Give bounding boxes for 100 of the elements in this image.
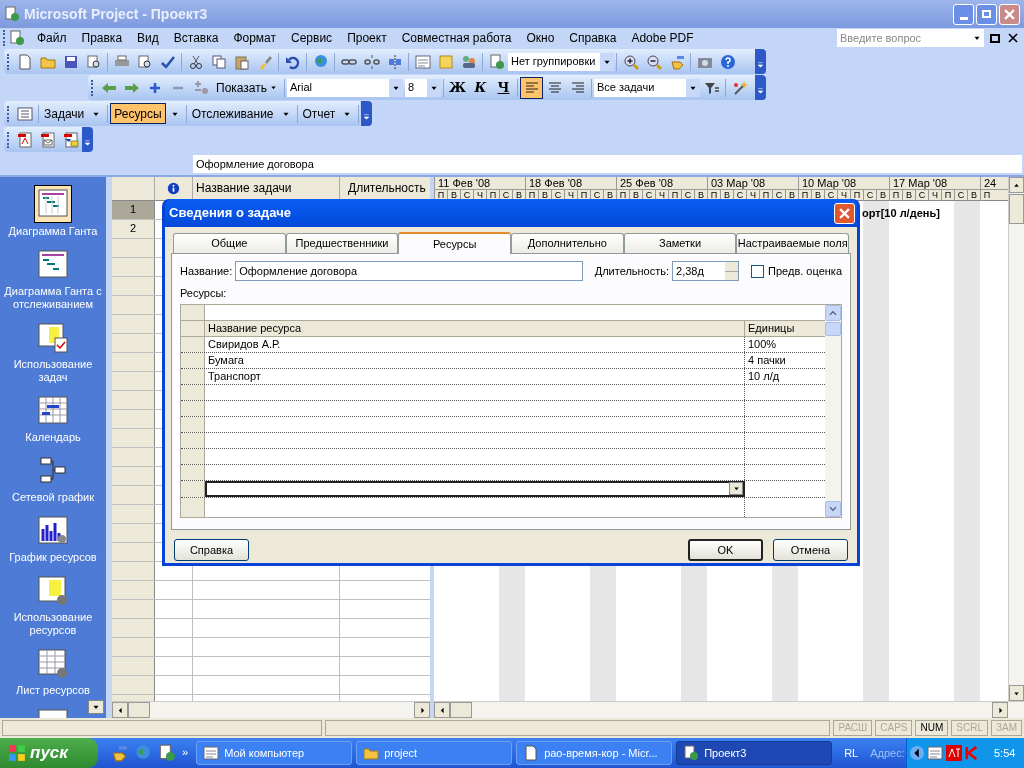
view-label: Календарь — [25, 431, 81, 444]
clock: 5:54 — [994, 745, 1016, 761]
scroll-thumb[interactable] — [450, 702, 472, 718]
menu-item[interactable]: Формат — [233, 29, 277, 47]
scroll-right-button[interactable] — [414, 702, 430, 718]
toolbar-options-icon — [83, 139, 92, 148]
day-label: П — [889, 190, 902, 201]
guide-button[interactable]: Задачи — [41, 103, 88, 124]
tab[interactable]: Общие — [173, 233, 286, 253]
font-size-dropdown[interactable]: 8 — [405, 78, 441, 97]
menu-item[interactable]: Проект — [347, 29, 387, 47]
font-dropdown[interactable]: Arial — [287, 78, 403, 97]
dropdown-arrow-button[interactable] — [427, 78, 441, 97]
row-header — [112, 581, 155, 599]
gantt-chart-icon — [37, 249, 69, 281]
estimated-checkbox[interactable]: Предв. оценка — [751, 262, 842, 280]
taskbar-button[interactable]: Проект3 — [676, 741, 833, 765]
tab[interactable]: Настраиваемые поля — [736, 233, 850, 253]
project-icon — [683, 745, 700, 761]
scroll-thumb[interactable] — [1009, 194, 1024, 224]
list-icon — [16, 105, 33, 122]
menu-item[interactable]: Совместная работа — [401, 29, 512, 47]
field-label: Название: — [180, 263, 233, 279]
cancel-button[interactable]: Отмена — [773, 539, 848, 561]
menu-item[interactable]: Файл — [37, 29, 67, 47]
question-field[interactable]: Введите вопрос — [837, 29, 970, 47]
taskbar-button[interactable]: project — [356, 741, 513, 765]
spin-buttons[interactable] — [725, 262, 739, 280]
guide-button[interactable]: Отчет — [299, 103, 339, 124]
guide-button[interactable]: Отслеживание — [188, 103, 277, 124]
row-header — [112, 258, 155, 276]
row-header — [112, 486, 155, 504]
align-center-icon — [546, 79, 563, 96]
menu-item[interactable]: Вид — [137, 29, 159, 47]
tab[interactable]: Предшественники — [285, 233, 399, 253]
dialog-title: Сведения о задаче — [169, 204, 291, 223]
row-number[interactable]: 1 — [112, 201, 155, 219]
scroll-right-button[interactable] — [992, 702, 1008, 718]
hand-icon — [668, 53, 685, 70]
scrollbar[interactable] — [1008, 177, 1024, 701]
close-button[interactable] — [999, 3, 1020, 25]
grouping-dropdown[interactable]: Нет группировки — [508, 52, 614, 71]
dropdown-arrow-button[interactable] — [600, 52, 614, 71]
duration-spinner[interactable]: 2,38д — [672, 261, 740, 281]
name-field[interactable]: Оформление договора — [235, 261, 584, 281]
entry-field[interactable]: Оформление договора — [193, 155, 1022, 173]
bar-label: орт[10 л/день] — [862, 206, 940, 221]
view-item[interactable]: Использование задач — [1, 320, 105, 384]
scroll-left-button[interactable] — [112, 702, 128, 718]
underline-button[interactable]: Ч — [492, 76, 515, 99]
italic-button[interactable]: К — [469, 76, 492, 99]
menu-item[interactable]: Окно — [526, 29, 555, 47]
menu-item[interactable]: Правка — [81, 29, 123, 47]
align-left-button[interactable] — [520, 76, 543, 99]
row-number[interactable]: 2 — [112, 220, 155, 238]
scrollbar[interactable] — [434, 702, 1008, 718]
guide-button[interactable]: Ресурсы — [110, 103, 166, 124]
checkbox[interactable] — [751, 264, 765, 278]
bold-button[interactable]: Ж — [446, 76, 469, 99]
tab[interactable]: Заметки — [623, 233, 737, 253]
dropdown-arrow-button[interactable] — [686, 78, 700, 97]
chevron[interactable]: » — [182, 744, 189, 761]
taskbar-button[interactable]: Мой компьютер — [196, 741, 353, 765]
resource-name-combobox[interactable] — [205, 480, 745, 497]
view-item[interactable]: Диаграмма Ганта — [1, 185, 105, 238]
help-button[interactable]: Справка — [174, 539, 249, 561]
menu-item[interactable]: Сервис — [291, 29, 333, 47]
view-item[interactable]: Диаграмма Ганта с отслеживанием — [1, 247, 105, 311]
scroll-down-button[interactable] — [88, 700, 104, 714]
scroll-left-button[interactable] — [434, 702, 450, 718]
tab[interactable]: Дополнительно — [511, 233, 624, 253]
status-indicator: РАСШ — [833, 720, 873, 736]
view-item[interactable]: Сетевой график — [1, 453, 105, 504]
row-header — [112, 543, 155, 561]
dropdown-arrow-button[interactable] — [389, 78, 403, 97]
dropdown-arrow-button[interactable] — [970, 29, 984, 47]
view-item[interactable]: Использование ресурсов — [1, 573, 105, 637]
scrollbar[interactable] — [825, 304, 841, 517]
close-button[interactable] — [834, 202, 855, 224]
filter-dropdown[interactable]: Все задачи — [594, 78, 700, 97]
show-button[interactable]: Показать — [212, 78, 282, 97]
tab[interactable]: Ресурсы — [398, 232, 511, 254]
taskbar-button[interactable]: рао-время-кор - Micr... — [516, 741, 673, 765]
ok-button[interactable]: OK — [688, 539, 763, 561]
view-item[interactable]: Календарь — [1, 393, 105, 444]
scroll-thumb[interactable] — [825, 321, 841, 336]
globe-document-icon — [158, 744, 176, 762]
view-item[interactable]: Лист ресурсов — [1, 646, 105, 697]
scroll-thumb[interactable] — [128, 702, 150, 718]
menu-item[interactable]: Adobe PDF — [631, 29, 694, 47]
scroll-up-button[interactable] — [1009, 177, 1024, 193]
view-item[interactable]: График ресурсов — [1, 513, 105, 564]
menu-item[interactable]: Справка — [569, 29, 617, 47]
week-label: 17 Мар '08 — [889, 177, 980, 189]
restore-icon[interactable] — [990, 33, 1000, 43]
day-label: П — [941, 190, 954, 201]
menu-item[interactable]: Вставка — [173, 29, 219, 47]
people-icon — [460, 53, 477, 70]
start-button[interactable]: пуск — [0, 738, 98, 768]
close-icon[interactable] — [1008, 33, 1018, 43]
